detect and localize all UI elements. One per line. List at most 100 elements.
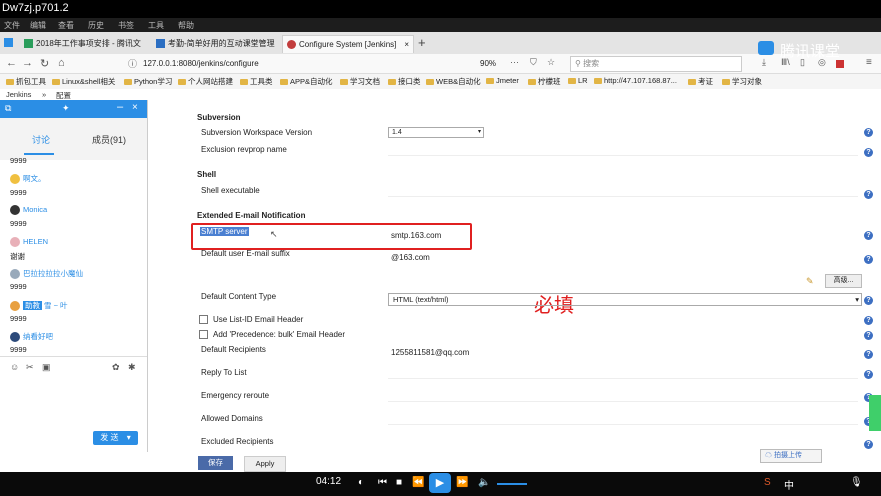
breadcrumb-jenkins[interactable]: Jenkins	[6, 90, 31, 99]
tencent-icon[interactable]	[4, 38, 13, 47]
volume-icon[interactable]: 🔈	[478, 477, 490, 488]
emoji-icon[interactable]: ☺	[10, 362, 19, 372]
stop-icon[interactable]: ■	[396, 477, 402, 488]
forward-icon[interactable]: →	[22, 57, 33, 69]
bookmark-item[interactable]: 个人网站搭建	[178, 76, 233, 87]
content-type-select[interactable]: HTML (text/html) ▾	[388, 293, 862, 306]
bookmark-item[interactable]: WEB&自动化	[426, 76, 481, 87]
bookmark-item[interactable]: 接口类	[388, 76, 421, 87]
menu-edit[interactable]: 编辑	[30, 20, 46, 31]
addon-icon[interactable]	[836, 60, 844, 68]
emergency-reroute-input[interactable]	[388, 389, 858, 402]
ime-mode-label[interactable]: 中	[784, 477, 794, 492]
help-icon[interactable]: ?	[864, 148, 873, 157]
bookmark-item[interactable]: 学习对象	[722, 76, 762, 87]
help-icon[interactable]: ?	[864, 316, 873, 325]
side-widget[interactable]	[869, 395, 881, 431]
rewind-icon[interactable]: ⏪	[412, 477, 424, 488]
flower-icon[interactable]: ✿	[112, 362, 120, 373]
search-box[interactable]: ⚲ 搜索	[570, 56, 742, 72]
upload-button[interactable]: ☁ 拍摄上传	[760, 449, 822, 463]
smtp-server-input[interactable]: smtp.163.com	[391, 231, 441, 240]
close-tab-icon[interactable]: ×	[404, 36, 409, 53]
settings-gear-icon[interactable]: ✱	[128, 362, 136, 373]
precedence-option[interactable]: Add 'Precedence: bulk' Email Header	[199, 330, 345, 340]
help-icon[interactable]: ?	[864, 331, 873, 340]
bookmark-item[interactable]: Jmeter	[486, 76, 519, 85]
list-id-option[interactable]: Use List-ID Email Header	[199, 315, 303, 325]
new-tab-icon[interactable]: +	[418, 35, 426, 50]
menu-hamburger-icon[interactable]: ≡	[866, 57, 872, 68]
allowed-domains-input[interactable]	[388, 412, 858, 425]
help-icon[interactable]: ?	[864, 370, 873, 379]
tab-configure-system[interactable]: Configure System [Jenkins] ×	[282, 35, 414, 53]
help-icon[interactable]: ?	[864, 350, 873, 359]
bookmark-star-icon[interactable]: ☆	[547, 57, 555, 68]
menu-help[interactable]: 帮助	[178, 20, 194, 31]
bookmark-item[interactable]: APP&自动化	[280, 76, 333, 87]
assistant-badge: 助教	[23, 301, 42, 310]
url-field[interactable]: 127.0.0.1:8080/jenkins/configure	[143, 57, 473, 70]
fast-forward-icon[interactable]: ⏩	[456, 477, 468, 488]
exclusion-revprop-input[interactable]	[388, 143, 858, 156]
menu-file[interactable]: 文件	[4, 20, 20, 31]
email-suffix-input[interactable]: @163.com	[391, 253, 430, 262]
scissors-icon[interactable]: ✂	[26, 362, 34, 373]
previous-icon[interactable]: ⏮	[378, 477, 387, 488]
loop-icon[interactable]: ◐	[358, 477, 364, 488]
menu-history[interactable]: 历史	[88, 20, 104, 31]
bookmark-item[interactable]: Linux&shell相关	[52, 76, 115, 87]
page-actions-icon[interactable]: ···	[510, 57, 519, 67]
advanced-button[interactable]: 高级...	[825, 274, 862, 288]
svn-version-select[interactable]: 1.4 ▾	[388, 127, 484, 138]
tab-discuss[interactable]: 讨论	[32, 133, 50, 146]
back-icon[interactable]: ←	[6, 57, 17, 69]
help-icon[interactable]: ?	[864, 231, 873, 240]
image-icon[interactable]: ▣	[42, 362, 51, 373]
bookmark-item[interactable]: LR	[568, 76, 588, 85]
help-icon[interactable]: ?	[864, 440, 873, 449]
apply-button[interactable]: Apply	[244, 456, 286, 472]
sogou-input-icon[interactable]: S	[764, 477, 771, 488]
save-button[interactable]: 保存	[198, 456, 233, 470]
downloads-icon[interactable]: ⤓	[762, 57, 766, 68]
menu-view[interactable]: 查看	[58, 20, 74, 31]
chevron-down-icon[interactable]: ▾	[127, 433, 131, 442]
menu-tools[interactable]: 工具	[148, 20, 164, 31]
minimize-icon[interactable]: –	[117, 101, 123, 113]
site-info-icon[interactable]: ⓘ	[128, 57, 137, 70]
tab-attendance[interactable]: 考勤-简单好用的互动课堂管理	[152, 35, 278, 52]
volume-slider[interactable]	[497, 483, 527, 485]
reply-to-input[interactable]	[388, 366, 858, 379]
chat-sender: Monica	[10, 205, 47, 216]
default-recipients-input[interactable]: 1255811581@qq.com	[391, 348, 469, 357]
reload-icon[interactable]: ↻	[40, 57, 49, 70]
bookmark-item[interactable]: http://47.107.168.87...	[594, 76, 677, 85]
bookmark-item[interactable]: 工具类	[240, 76, 273, 87]
chat-input-area[interactable]: ☺ ✂ ▣ ✿ ✱ 发 送 ▾	[0, 356, 147, 453]
bookmark-item[interactable]: 抓包工具	[6, 76, 46, 87]
help-icon[interactable]: ?	[864, 296, 873, 305]
home-icon[interactable]: ⌂	[58, 57, 65, 69]
help-icon[interactable]: ?	[864, 255, 873, 264]
pocket-icon[interactable]: ⛉	[530, 57, 537, 68]
microphone-icon[interactable]: 🎙	[850, 477, 863, 488]
help-icon[interactable]: ?	[864, 190, 873, 199]
play-button[interactable]: ▶	[429, 473, 451, 493]
bookmark-item[interactable]: 学习文档	[340, 76, 380, 87]
precedence-checkbox[interactable]	[199, 330, 208, 340]
bookmark-item[interactable]: 考证	[688, 76, 713, 87]
zoom-level[interactable]: 90%	[480, 59, 496, 68]
bookmark-item[interactable]: Python学习	[124, 76, 172, 87]
tab-members[interactable]: 成员(91)	[92, 133, 126, 146]
shell-executable-input[interactable]	[388, 184, 858, 197]
play-icon: ▶	[435, 477, 445, 489]
help-icon[interactable]: ?	[864, 128, 873, 137]
menu-bookmarks[interactable]: 书签	[118, 20, 134, 31]
send-button[interactable]: 发 送 ▾	[93, 431, 138, 445]
tab-work-schedule[interactable]: 2018年工作事项安排 - 腾讯文	[20, 35, 150, 52]
close-icon[interactable]: ×	[132, 102, 138, 113]
pin-icon[interactable]: ✦	[62, 103, 70, 114]
list-id-checkbox[interactable]	[199, 315, 208, 325]
bookmark-item[interactable]: 柠檬班	[528, 76, 561, 87]
